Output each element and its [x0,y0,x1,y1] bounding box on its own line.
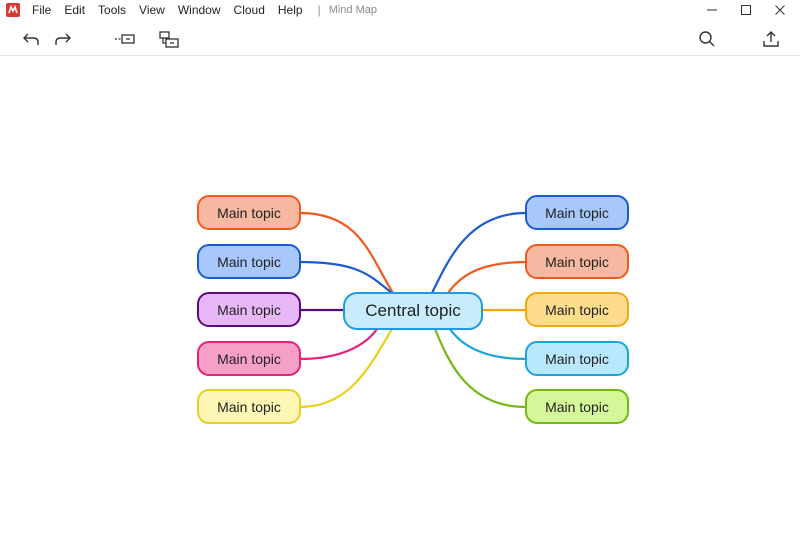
topic-label: Main topic [217,398,281,415]
topic-label: Main topic [545,350,609,367]
topic-label: Main topic [545,204,609,221]
minimize-button[interactable] [697,0,727,20]
connector-right-1 [431,211,527,294]
main-topic-right-4[interactable]: Main topic [525,341,629,376]
main-topic-right-2[interactable]: Main topic [525,244,629,279]
central-topic[interactable]: Central topic [343,292,483,330]
undo-icon [23,33,39,45]
topic-label: Main topic [545,301,609,318]
main-topic-right-3[interactable]: Main topic [525,292,629,327]
insert-subtopic-icon [159,31,179,48]
topic-label: Main topic [217,301,281,318]
search-button[interactable] [696,28,718,50]
maximize-icon [741,5,751,15]
topic-label: Main topic [545,253,609,270]
title-bar: File Edit Tools View Window Cloud Help |… [0,0,800,20]
connector-right-2 [447,260,527,294]
connector-left-1 [299,211,394,294]
menu-view[interactable]: View [139,3,165,17]
connector-right-4 [449,328,527,361]
topic-label: Main topic [217,350,281,367]
menu-file[interactable]: File [32,3,51,17]
maximize-button[interactable] [731,0,761,20]
insert-topic-icon [115,34,135,44]
redo-button[interactable] [52,28,74,50]
connector-left-4 [299,328,378,361]
search-icon [699,31,715,47]
menu-help[interactable]: Help [278,3,303,17]
connector-right-5 [433,328,527,409]
main-topic-left-1[interactable]: Main topic [197,195,301,230]
central-topic-label: Central topic [365,301,461,320]
redo-icon [55,33,71,45]
main-topic-right-5[interactable]: Main topic [525,389,629,424]
document-title: Mind Map [328,4,377,16]
main-topic-left-3[interactable]: Main topic [197,292,301,327]
main-topic-left-4[interactable]: Main topic [197,341,301,376]
main-topic-left-5[interactable]: Main topic [197,389,301,424]
menu-edit[interactable]: Edit [64,3,85,17]
topic-label: Main topic [545,398,609,415]
main-topic-right-1[interactable]: Main topic [525,195,629,230]
title-separator: | [317,3,321,17]
app-logo-icon [6,3,20,17]
minimize-icon [707,9,717,11]
mindmap-canvas[interactable]: Central topic Main topic Main topic Main… [0,56,800,538]
toolbar [0,20,800,56]
insert-topic-button[interactable] [114,28,136,50]
share-export-icon [763,31,779,47]
share-export-button[interactable] [760,28,782,50]
close-button[interactable] [765,0,795,20]
menu: File Edit Tools View Window Cloud Help |… [32,0,377,20]
menu-window[interactable]: Window [178,3,221,17]
menu-tools[interactable]: Tools [98,3,126,17]
insert-subtopic-button[interactable] [158,28,180,50]
undo-button[interactable] [20,28,42,50]
topic-label: Main topic [217,204,281,221]
main-topic-left-2[interactable]: Main topic [197,244,301,279]
connector-left-5 [299,328,393,409]
topic-label: Main topic [217,253,281,270]
menu-cloud[interactable]: Cloud [234,3,265,17]
close-icon [775,5,785,15]
